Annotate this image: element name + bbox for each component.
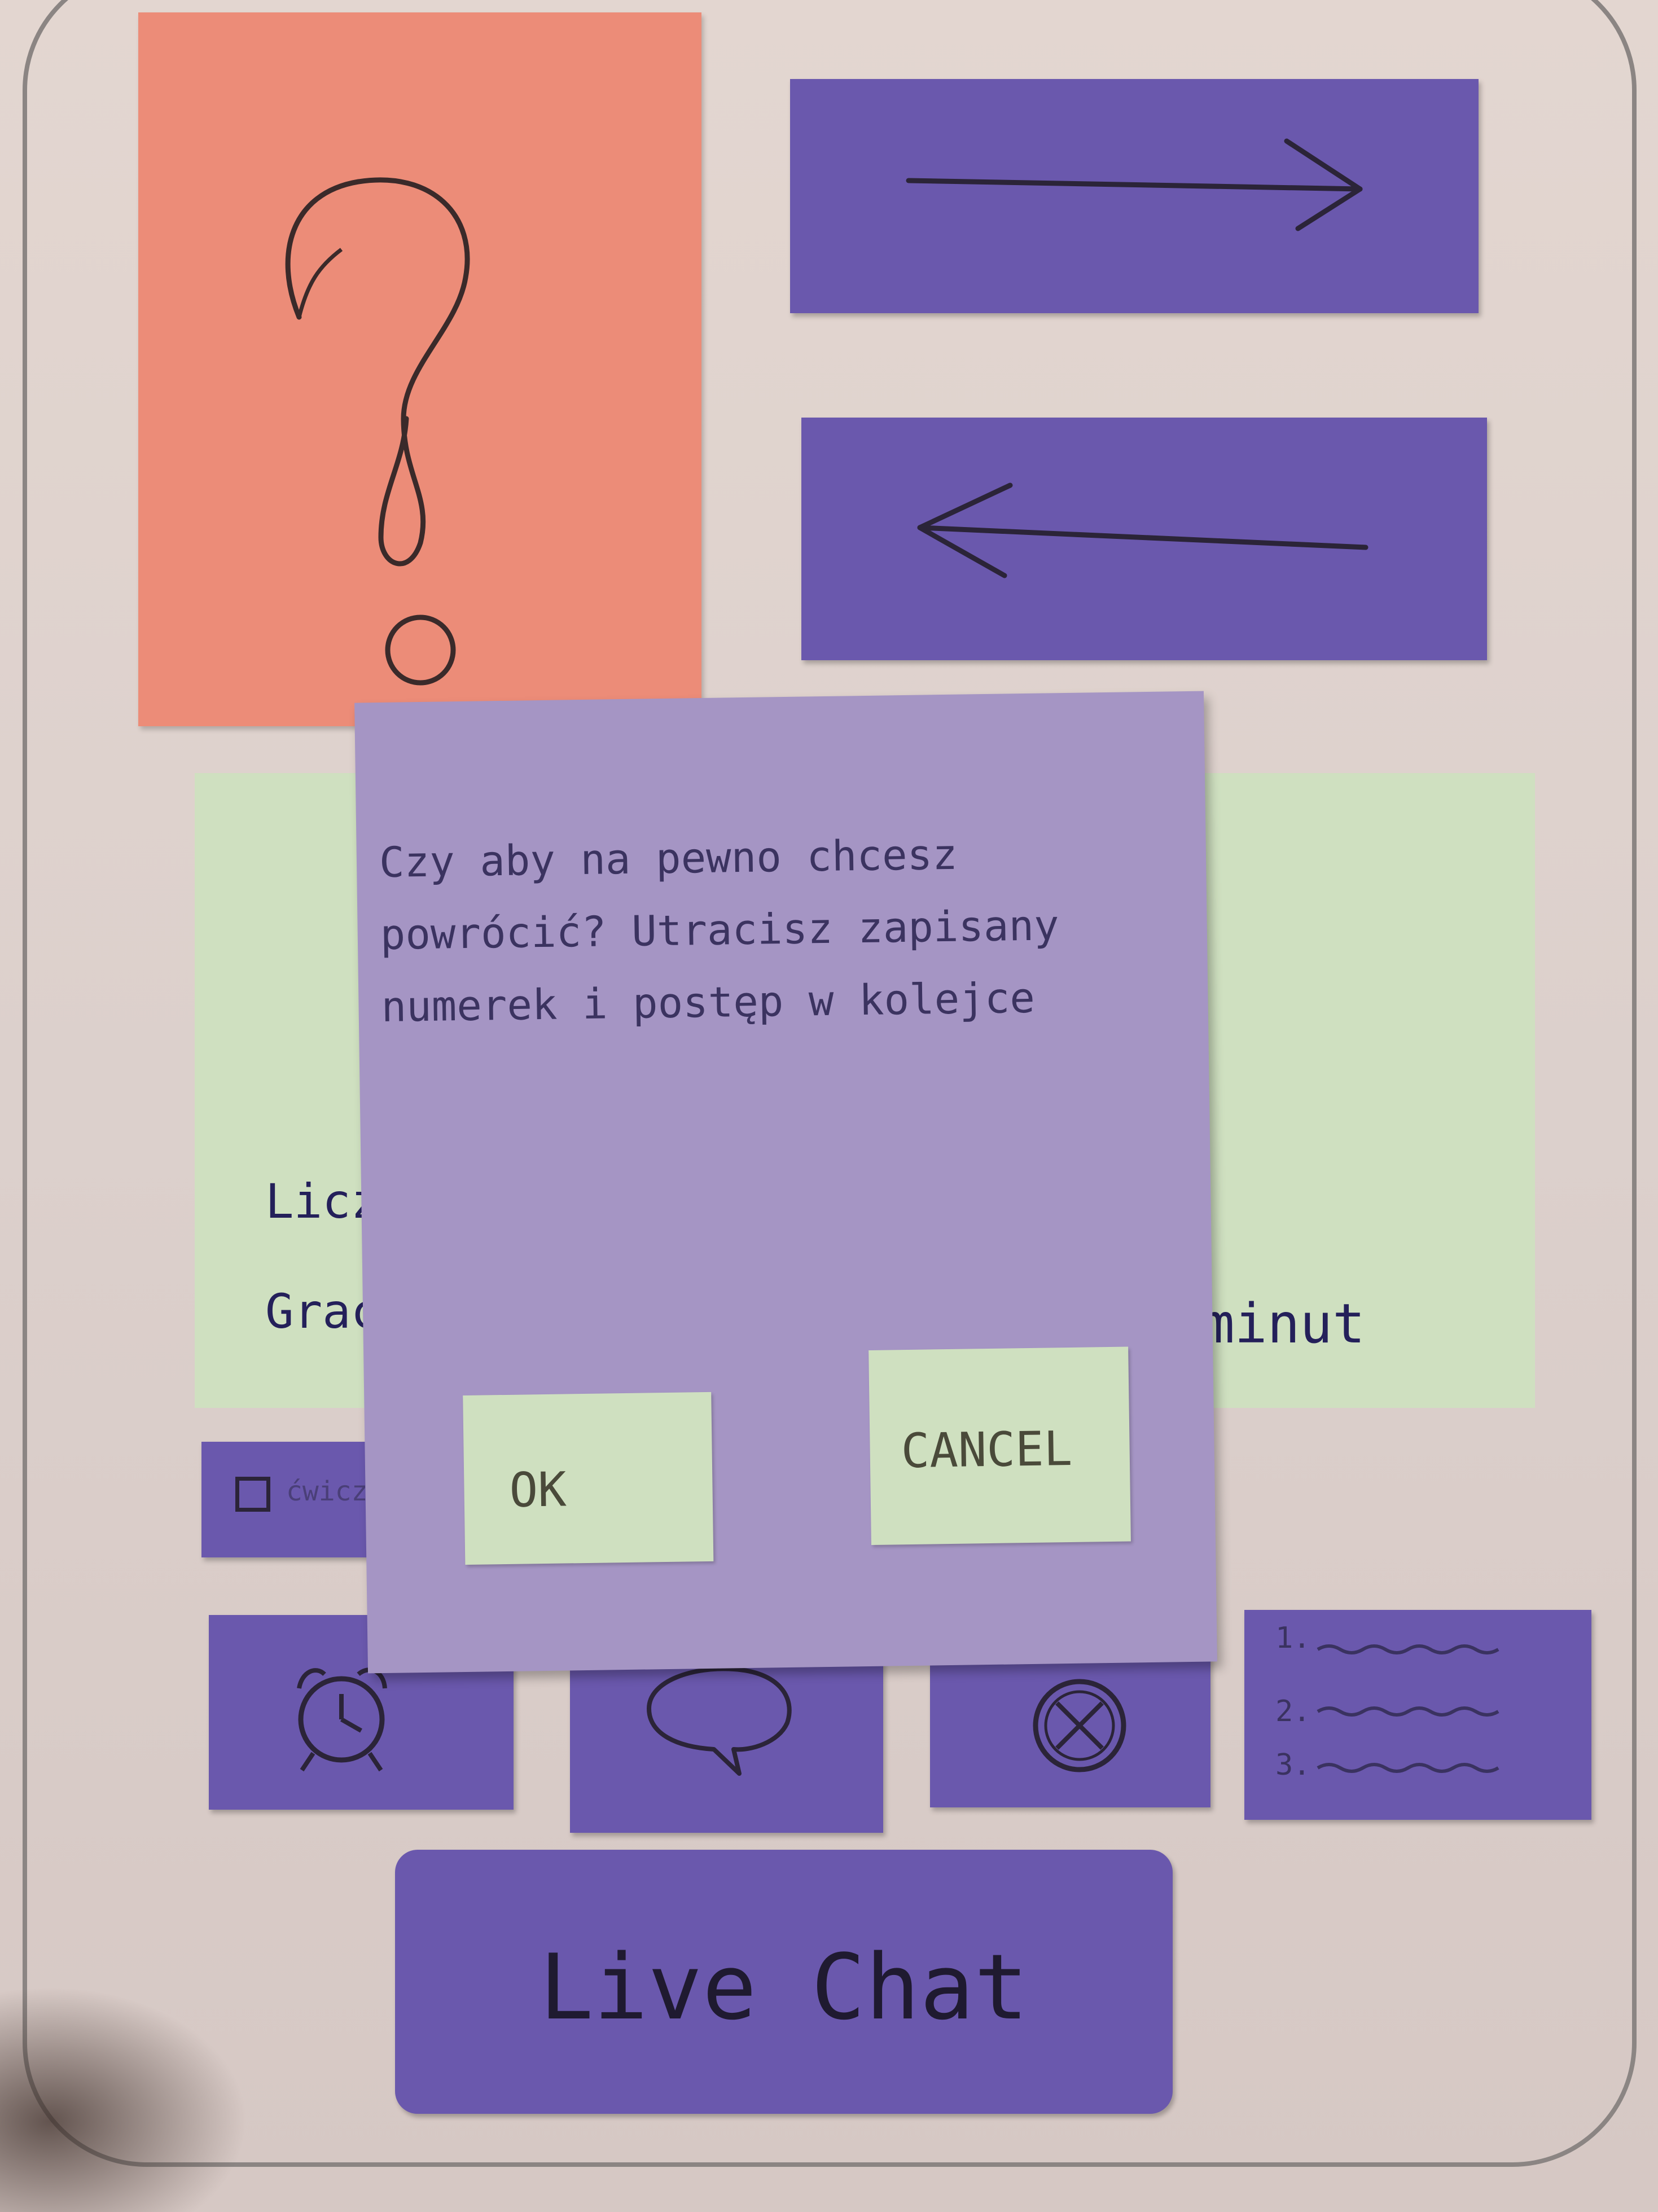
dialog-message: Czy aby na pewno chcesz powrócić? Utraci…: [379, 830, 1060, 1032]
arrow-right-icon: [906, 138, 1363, 231]
question-mark-icon: [285, 177, 470, 686]
stats-line-2-end: minut: [1202, 1292, 1365, 1355]
help-card[interactable]: [138, 12, 701, 726]
cancel-label: CANCEL: [900, 1420, 1073, 1479]
forward-button[interactable]: [790, 79, 1479, 313]
arrow-left-icon: [917, 482, 1368, 578]
back-button[interactable]: [801, 418, 1487, 660]
numbered-list-icon: 1. 2. 3.: [1244, 1610, 1591, 1820]
photo-shadow: [0, 1986, 248, 2212]
dialog-cancel-button[interactable]: CANCEL: [869, 1346, 1131, 1545]
live-chat-label: Live Chat: [539, 1934, 1029, 2040]
ok-label: OK: [508, 1462, 567, 1518]
dialog-ok-button[interactable]: OK: [463, 1392, 714, 1565]
queue-list-button[interactable]: 1. 2. 3.: [1244, 1610, 1591, 1820]
list-squiggles: [1317, 1644, 1499, 1773]
option-label: ćwicz: [286, 1476, 368, 1507]
live-chat-button[interactable]: Live Chat: [395, 1850, 1173, 2114]
option-checkbox[interactable]: [235, 1477, 270, 1512]
confirm-dialog: Czy aby na pewno chcesz powrócić? Utraci…: [354, 691, 1217, 1674]
